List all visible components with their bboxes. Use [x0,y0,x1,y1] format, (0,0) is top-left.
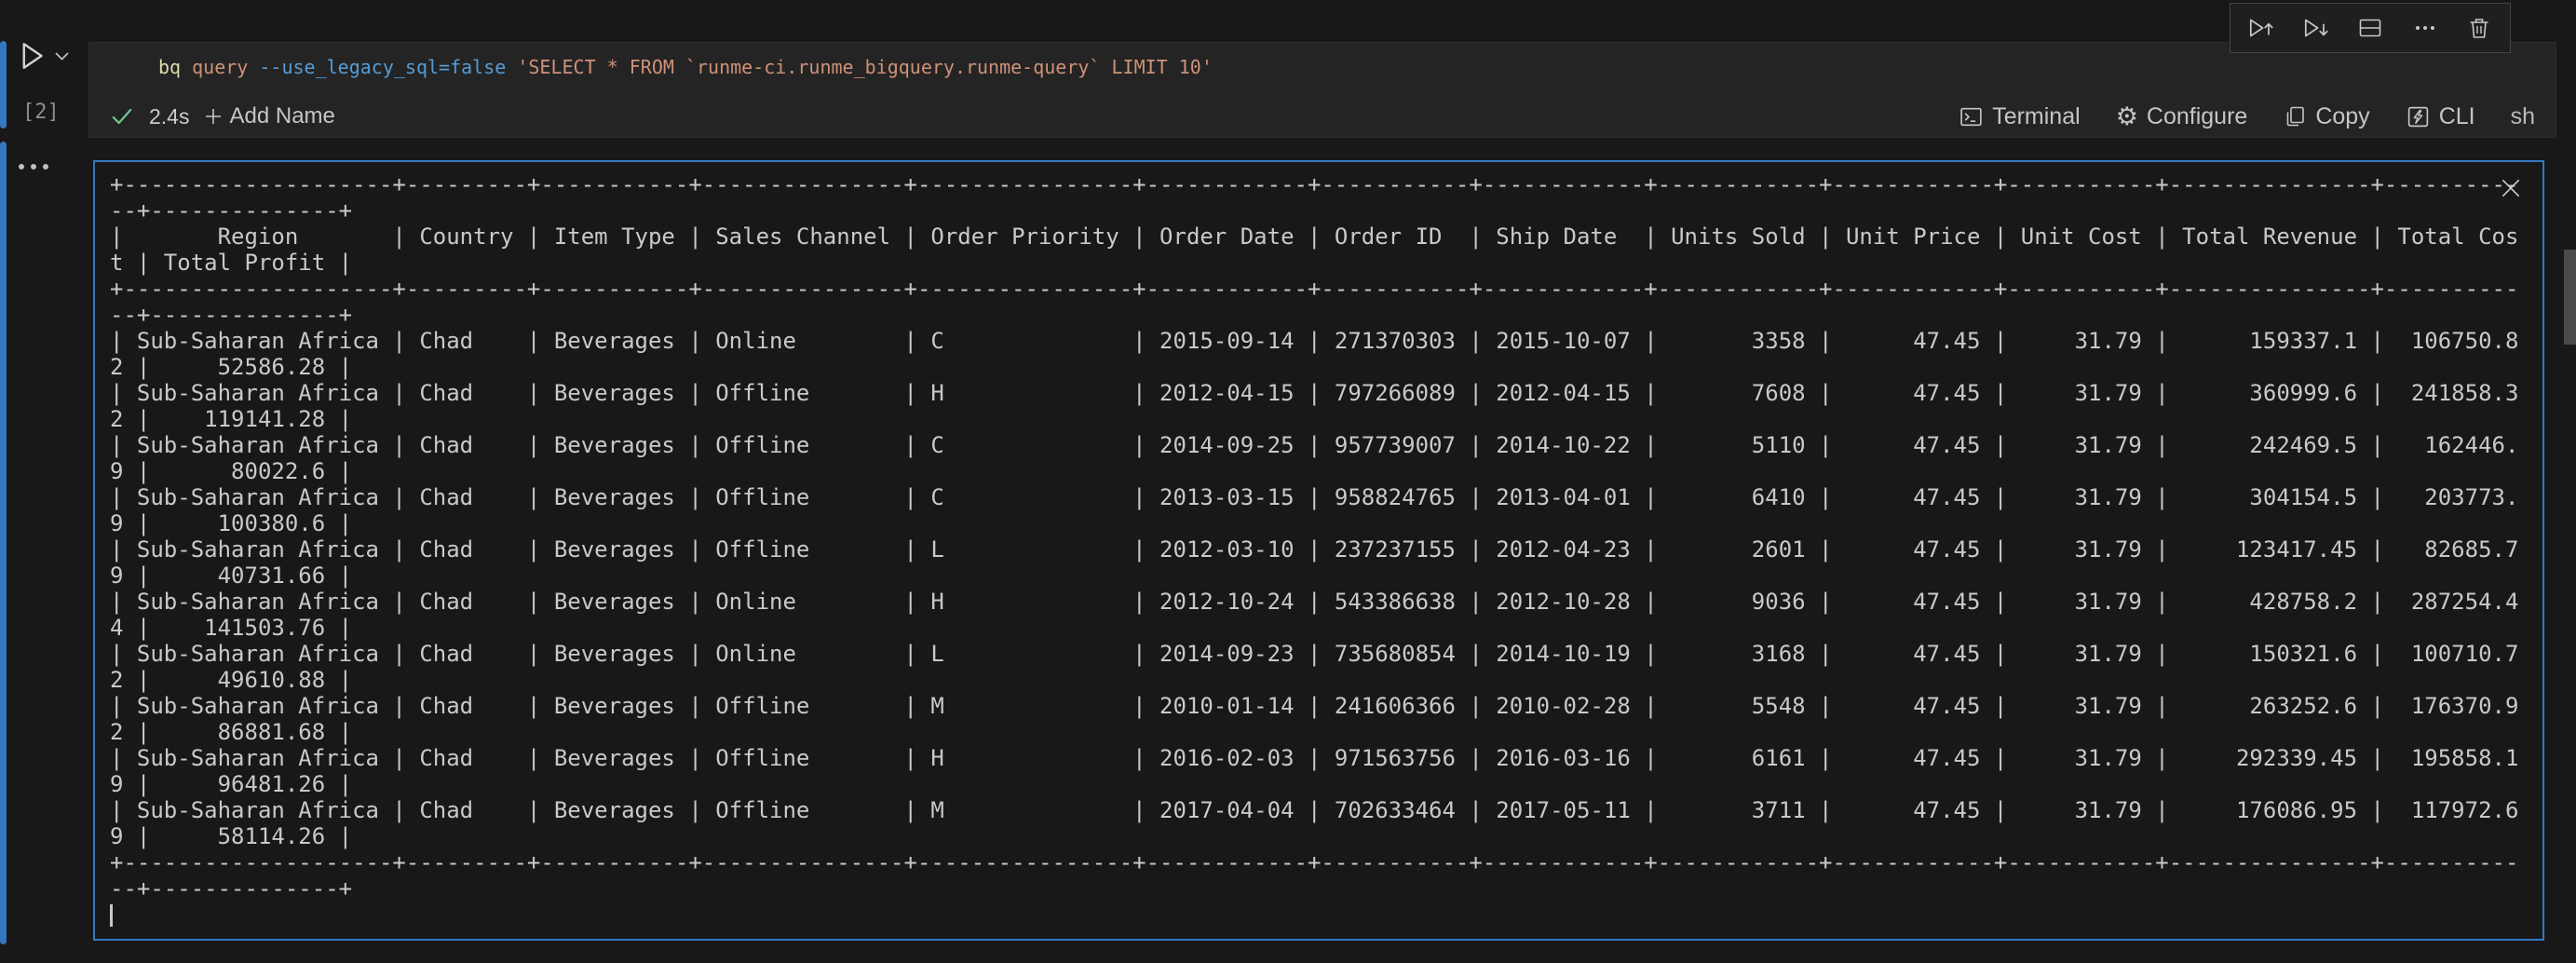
execution-duration: 2.4s [149,104,189,129]
delete-cell-button[interactable] [2461,9,2498,47]
language-picker[interactable]: sh [2511,103,2535,130]
code-token: query [181,56,259,78]
cli-action-label: CLI [2439,103,2475,130]
cell-toolbar [2230,3,2511,53]
more-actions-icon [2411,14,2439,42]
terminal-action-button[interactable]: Terminal [1959,103,2080,130]
cli-icon [2406,104,2431,129]
code-cell: bq query --use_legacy_sql=false 'SELECT … [88,42,2556,138]
execution-count: [2] [22,101,60,124]
output-focus-bar [0,142,7,944]
execute-below-button[interactable] [2298,9,2335,47]
copy-action-label: Copy [2315,103,2369,130]
cli-action-button[interactable]: CLI [2406,103,2475,130]
trash-icon [2465,14,2493,42]
execute-above-icon [2246,13,2276,43]
run-cell-button[interactable] [15,37,75,75]
terminal-text[interactable]: +--------------------+---------+--------… [95,162,2542,928]
output-more-actions-icon[interactable] [19,164,48,170]
more-actions-button[interactable] [2407,9,2444,47]
split-cell-button[interactable] [2352,9,2389,47]
status-right: Terminal ⚙ Configure Copy CLI [1959,103,2535,130]
terminal-output: +--------------------+---------+--------… [93,160,2544,941]
execute-below-icon [2301,13,2331,43]
terminal-action-label: Terminal [1992,103,2080,130]
code-token: --use_legacy_sql=false [259,56,506,78]
play-icon[interactable] [15,37,48,75]
chevron-down-icon[interactable] [54,51,70,61]
language-label: sh [2511,103,2535,130]
split-cell-icon [2356,14,2384,42]
configure-action-button[interactable]: ⚙ Configure [2116,103,2248,130]
success-check-icon [110,104,134,129]
scrollbar-thumb[interactable] [2564,250,2576,345]
code-token: bq [158,56,181,78]
add-name-button[interactable]: Add Name [204,103,334,129]
terminal-icon [1959,104,1984,129]
copy-action-button[interactable]: Copy [2283,103,2369,130]
configure-action-label: Configure [2147,103,2247,130]
execute-above-button[interactable] [2243,9,2280,47]
gear-icon: ⚙ [2116,104,2138,129]
plus-icon [204,107,223,126]
status-left: 2.4s Add Name [110,103,335,129]
code-token: 'SELECT * FROM `runme-ci.runme_bigquery.… [506,56,1213,78]
notebook-page: [2] bq query --use_legacy_sql=false 'SEL… [0,0,2576,963]
command-code[interactable]: bq query --use_legacy_sql=false 'SELECT … [89,43,2556,80]
terminal-cursor [110,904,113,927]
cell-focus-bar [0,41,7,129]
close-icon[interactable] [2498,175,2524,201]
add-name-label: Add Name [229,103,334,129]
cell-status-bar: 2.4s Add Name Terminal ⚙ Config [89,100,2556,133]
copy-icon [2283,104,2307,129]
